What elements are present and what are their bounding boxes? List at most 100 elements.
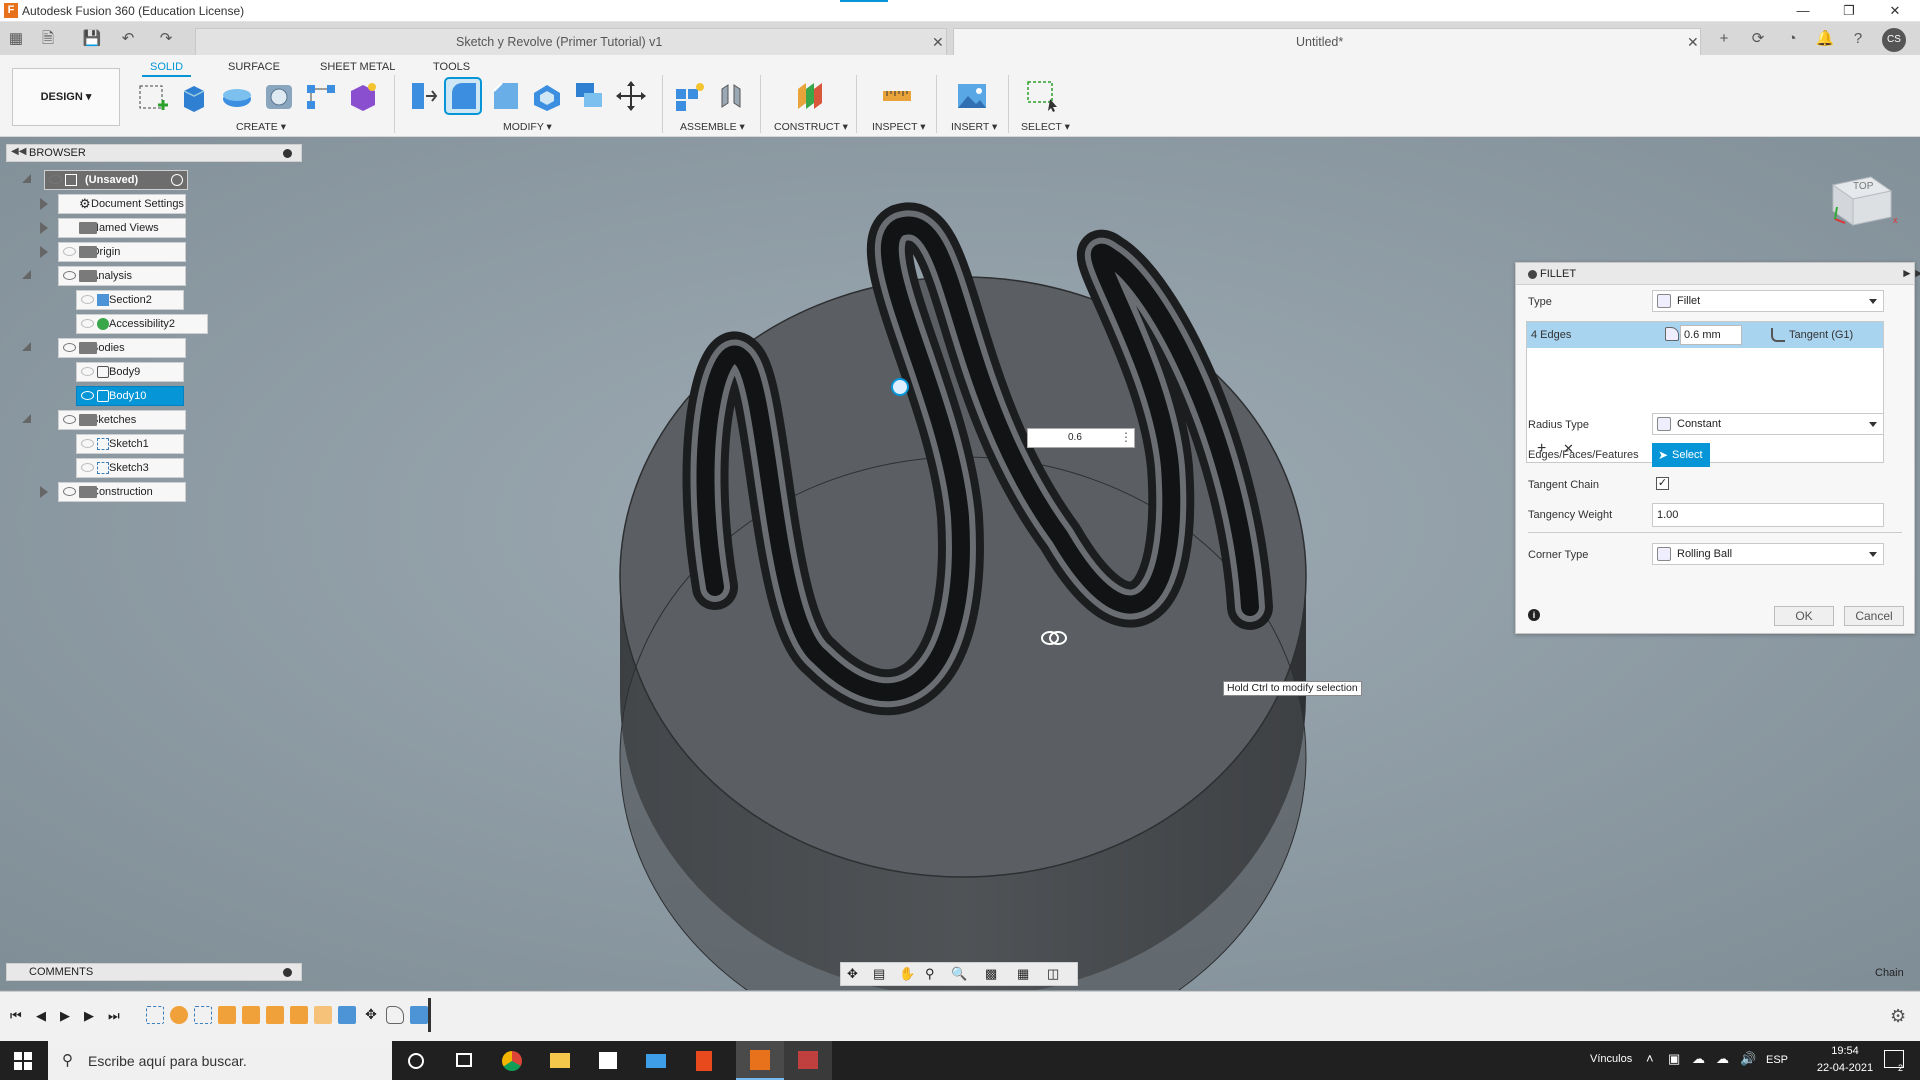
timeline-settings-gear-icon[interactable]: ⚙ (1890, 1006, 1906, 1027)
timeline-extrude-icon[interactable] (218, 1006, 236, 1024)
press-pull-icon[interactable] (404, 79, 438, 113)
tab-solid[interactable]: SOLID (142, 59, 192, 77)
windows-start-icon[interactable] (14, 1052, 32, 1070)
timeline-feature-icon[interactable] (410, 1006, 428, 1024)
data-panel-grid-icon[interactable]: ▦ (6, 29, 26, 49)
expand-arrow-icon[interactable] (40, 486, 48, 498)
task-view-icon[interactable] (440, 1041, 488, 1080)
timeline-feature-icon[interactable] (266, 1006, 284, 1024)
tangent-chain-checkbox[interactable]: ✓ (1656, 477, 1669, 490)
info-icon[interactable]: i (1528, 609, 1540, 621)
add-comment-icon[interactable] (283, 968, 292, 977)
create-form-icon[interactable] (346, 79, 380, 113)
fusion360-taskbar-icon[interactable] (736, 1041, 784, 1080)
onedrive-icon[interactable]: ☁ (1692, 1051, 1705, 1067)
clock-date[interactable]: 22-04-2021 (1812, 1062, 1878, 1074)
construct-menu[interactable]: CONSTRUCT ▾ (774, 121, 848, 133)
offset-plane-icon[interactable] (792, 79, 826, 113)
expand-arrow-icon[interactable] (40, 222, 48, 234)
radius-field[interactable]: 0.6 mm (1680, 325, 1742, 345)
undo-icon[interactable]: ↶ (118, 29, 138, 49)
file-menu-icon[interactable]: 🗎 (38, 29, 58, 49)
collapse-arrow-icon[interactable] (22, 414, 31, 423)
expand-dialog-icon[interactable]: ►► (1901, 266, 1920, 280)
step-forward-icon[interactable]: ▶ (84, 1008, 94, 1024)
revolve-icon[interactable] (220, 79, 254, 113)
browser-header[interactable]: ◀◀ BROWSER (6, 144, 302, 162)
step-back-icon[interactable]: ◀ (36, 1008, 46, 1024)
fillet-dialog-header[interactable]: FILLET (1516, 263, 1914, 285)
select-box-icon[interactable] (1025, 79, 1059, 113)
expand-arrow-icon[interactable] (40, 246, 48, 258)
user-avatar[interactable]: CS (1882, 28, 1906, 52)
collapse-panel-icon[interactable]: ◀◀ (11, 146, 26, 157)
play-icon[interactable]: ▶ (60, 1008, 70, 1024)
zoom-icon[interactable]: ⚲ (925, 966, 935, 982)
tangency-weight-input[interactable]: 1.00 (1652, 503, 1884, 527)
input-language[interactable]: ESP (1766, 1054, 1788, 1066)
orbit-icon[interactable]: ✥ (847, 966, 858, 982)
continuity-value[interactable]: Tangent (G1) (1789, 329, 1853, 341)
hole-icon[interactable] (262, 79, 296, 113)
visibility-eye-icon[interactable] (81, 439, 94, 448)
clock-time[interactable]: 19:54 (1822, 1045, 1868, 1057)
help-icon[interactable]: ? (1848, 29, 1868, 49)
cancel-button[interactable]: Cancel (1844, 606, 1904, 626)
visibility-eye-icon[interactable] (63, 271, 76, 280)
visibility-eye-icon[interactable] (81, 391, 94, 400)
modify-menu[interactable]: MODIFY ▾ (503, 121, 552, 133)
timeline-revolve-icon[interactable] (170, 1006, 188, 1024)
insert-canvas-icon[interactable] (955, 79, 989, 113)
collapse-arrow-icon[interactable] (22, 270, 31, 279)
dialog-collapse-icon[interactable] (1528, 270, 1537, 279)
more-options-icon[interactable]: ⋮ (1120, 430, 1132, 444)
grid-settings-icon[interactable]: ▦ (1017, 966, 1029, 982)
timeline-fillet-icon[interactable] (386, 1006, 404, 1024)
timeline-sketch-icon[interactable] (194, 1006, 212, 1024)
timeline-feature-icon[interactable] (314, 1006, 332, 1024)
cortana-icon[interactable] (392, 1041, 440, 1080)
radius-type-dropdown[interactable]: Constant (1652, 413, 1884, 435)
go-to-end-icon[interactable]: ⏭ (108, 1008, 120, 1024)
display-settings-icon[interactable]: ▩ (985, 966, 997, 982)
chrome-icon[interactable] (488, 1041, 536, 1080)
timeline-section-icon[interactable] (338, 1006, 356, 1024)
network-icon[interactable]: ▣ (1668, 1051, 1680, 1067)
extensions-icon[interactable]: ⟳ (1748, 29, 1768, 49)
tab-sketch-revolve[interactable]: Sketch y Revolve (Primer Tutorial) v1 ✕ (195, 28, 947, 55)
activate-radio-icon[interactable] (171, 174, 183, 186)
edge-set-row[interactable]: 4 Edges 0.6 mm Tangent (G1) (1527, 322, 1883, 348)
fillet-tool-icon[interactable] (444, 77, 482, 115)
app-taskbar-icon[interactable] (784, 1041, 832, 1080)
tree-named-views[interactable]: Named Views (58, 218, 186, 238)
redo-icon[interactable]: ↷ (156, 29, 176, 49)
visibility-eye-icon[interactable] (63, 247, 76, 256)
move-copy-icon[interactable] (614, 79, 648, 113)
select-edges-button[interactable]: ➤ Select (1652, 443, 1710, 467)
timeline-move-icon[interactable]: ✥ (362, 1006, 380, 1024)
combine-icon[interactable] (572, 79, 606, 113)
visibility-eye-icon[interactable] (63, 415, 76, 424)
file-explorer-icon[interactable] (536, 1041, 584, 1080)
tree-sketch1[interactable]: Sketch1 (76, 434, 184, 454)
taskbar-search-box[interactable]: ⚲ Escribe aquí para buscar. (48, 1041, 392, 1080)
links-toolbar[interactable]: Vínculos (1590, 1053, 1632, 1065)
store-icon[interactable] (584, 1041, 632, 1080)
timeline-feature-icon[interactable] (290, 1006, 308, 1024)
tree-origin[interactable]: Origin (58, 242, 186, 262)
minimize-icon[interactable]: — (1780, 0, 1826, 22)
job-status-icon[interactable]: ◔ (1782, 29, 1802, 49)
tree-body9[interactable]: Body9 (76, 362, 184, 382)
tab-surface[interactable]: SURFACE (220, 59, 288, 77)
tree-analysis[interactable]: Analysis (58, 266, 186, 286)
visibility-eye-icon[interactable] (81, 319, 94, 328)
tree-sketch3[interactable]: Sketch3 (76, 458, 184, 478)
visibility-eye-icon[interactable] (81, 367, 94, 376)
tree-sketches[interactable]: Sketches (58, 410, 186, 430)
view-cube[interactable]: TOP x (1823, 165, 1899, 235)
chamfer-icon[interactable] (488, 79, 522, 113)
visibility-eye-icon[interactable] (81, 463, 94, 472)
tree-root-unsaved[interactable]: (Unsaved) (44, 170, 188, 190)
shell-icon[interactable] (530, 79, 564, 113)
tree-body10[interactable]: Body10 (76, 386, 184, 406)
